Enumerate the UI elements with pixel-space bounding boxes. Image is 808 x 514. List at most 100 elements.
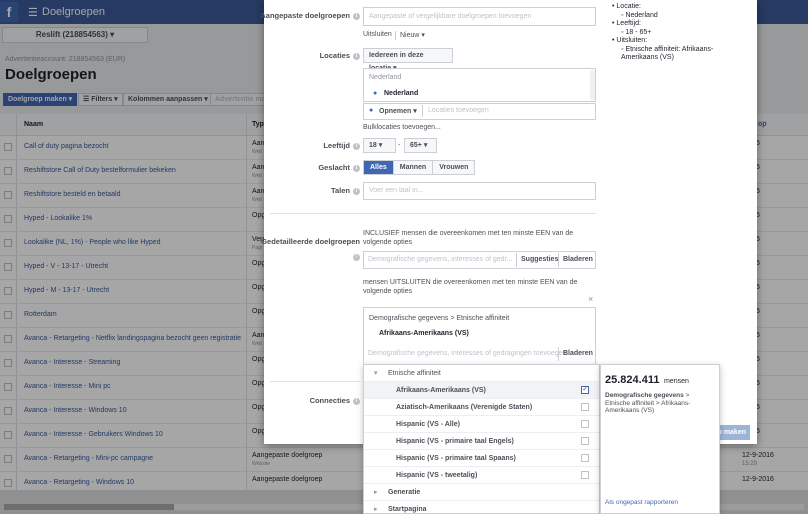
bulk-locations-link[interactable]: Bulklocaties toevoegen... (363, 124, 441, 131)
tree-option-checkbox[interactable] (581, 420, 589, 428)
custom-audiences-label: Aangepaste doelgroepen i (260, 11, 360, 20)
tree-option[interactable]: Hispanic (VS - Alle) (364, 416, 599, 433)
new-audience-link[interactable]: Nieuw ▾ (400, 31, 425, 39)
field-divider (558, 347, 559, 361)
tree-option-label: Hispanic (VS - tweetalig) (396, 472, 478, 479)
gender-all-option[interactable]: Alles (364, 161, 394, 174)
audience-summary: • Locatie: ◦ Nederland • Leeftijd: ◦ 18 … (612, 3, 747, 63)
tree-option-checkbox[interactable] (581, 471, 589, 479)
tree-option-label: Afrikaans-Amerikaans (VS) (396, 387, 486, 394)
exclude-breadcrumb[interactable]: Demografische gegevens > Etnische affini… (369, 315, 509, 322)
gender-toggle-group: Alles Mannen Vrouwen (363, 160, 476, 175)
locations-label: Locaties i (320, 51, 360, 60)
location-type-select[interactable]: Iedereen in deze locatie ▾ (363, 48, 453, 72)
chevron-right-icon: ▸ (374, 506, 378, 513)
tree-option-checkbox[interactable] (581, 403, 589, 411)
summary-location-value: ◦ Nederland (621, 11, 658, 19)
gender-label: Geslacht i (318, 163, 360, 172)
location-pin-icon: ● (373, 90, 378, 97)
reach-panel: 25.824.411 mensen Demografische gegevens… (600, 364, 720, 514)
reach-path-bold: Demografische gegevens (605, 392, 684, 399)
info-icon[interactable]: i (350, 251, 360, 261)
summary-age-label: • Leeftijd: (612, 20, 641, 27)
tree-option[interactable]: Hispanic (VS - tweetalig) (364, 467, 599, 484)
summary-age-label-text: Leeftijd: (616, 20, 641, 27)
include-targeting-input[interactable]: Demografische gegevens, interesses of ge… (368, 256, 512, 263)
languages-label-text: Talen (330, 186, 350, 195)
info-icon[interactable]: i (353, 398, 360, 405)
summary-exclude-label-text: Uitsluiten: (616, 37, 648, 44)
summary-exclude-label: • Uitsluiten: (612, 37, 648, 44)
gender-men-option[interactable]: Mannen (393, 161, 434, 174)
field-divider (558, 253, 559, 267)
locations-label-text: Locaties (319, 51, 350, 60)
custom-audiences-label-text: Aangepaste doelgroepen (260, 11, 350, 20)
tree-option[interactable]: Afrikaans-Amerikaans (VS) (364, 382, 599, 399)
age-separator: - (398, 142, 401, 149)
gender-label-text: Geslacht (318, 163, 350, 172)
info-icon[interactable]: i (353, 53, 360, 60)
tree-category[interactable]: ▾ Etnische affiniteit (364, 365, 599, 382)
age-label-text: Leeftijd (323, 141, 350, 150)
location-add-input[interactable]: Locaties toevoegen (428, 107, 489, 114)
tree-parents-label: Startpagina (388, 506, 427, 513)
reach-path: Demografische gegevens > Etnische affini… (605, 392, 715, 415)
info-icon[interactable]: i (353, 165, 360, 172)
summary-location-label: • Locatie: (612, 3, 641, 10)
location-tag[interactable]: Nederland (384, 90, 418, 97)
location-scrollbar[interactable] (590, 70, 595, 100)
tree-option[interactable]: Hispanic (VS - primaire taal Engels) (364, 433, 599, 450)
reach-count-row: 25.824.411 mensen (605, 374, 689, 386)
tree-option[interactable]: Aziatisch-Amerikaans (Verenigde Staten) (364, 399, 599, 416)
info-icon[interactable]: i (353, 143, 360, 150)
browse-button-exclude[interactable]: Bladeren (563, 350, 593, 357)
summary-exclude-value: ◦ Etnische affiniteit: Afrikaans-Amerika… (621, 45, 714, 62)
summary-age-value-text: 18 - 65+ (625, 28, 652, 36)
age-label: Leeftijd i (323, 141, 360, 150)
tree-option-checkbox[interactable] (581, 437, 589, 445)
info-icon[interactable]: i (353, 13, 360, 20)
field-divider (516, 253, 517, 267)
tree-category-label: Etnische affiniteit (388, 370, 441, 377)
summary-location-value-text: Nederland (625, 11, 658, 19)
tree-generation[interactable]: ▸ Generatie (364, 484, 599, 501)
report-link[interactable]: Als ongepast rapporteren (605, 499, 678, 506)
tree-option-label: Aziatisch-Amerikaans (Verenigde Staten) (396, 404, 533, 411)
tree-option-label: Hispanic (VS - primaire taal Spaans) (396, 455, 516, 462)
targeting-browse-dropdown: ▾ Etnische affiniteit Afrikaans-Amerikaa… (363, 364, 600, 514)
chevron-down-icon: ▾ (374, 370, 378, 377)
excluded-item[interactable]: Afrikaans-Amerikaans (VS) (379, 330, 469, 337)
tree-parents[interactable]: ▸ Startpagina (364, 501, 599, 513)
tree-option[interactable]: Hispanic (VS - primaire taal Spaans) (364, 450, 599, 467)
summary-exclude-value-text: Etnische affiniteit: Afrikaans-Amerikaan… (621, 45, 714, 62)
custom-audience-input[interactable]: Aangepaste of vergelijkbare doelgroepen … (363, 7, 596, 26)
section-divider (270, 213, 596, 214)
detailed-targeting-label: Gedetailleerde doelgroepen (261, 237, 360, 246)
detailed-targeting-label-text: Gedetailleerde doelgroepen (261, 237, 360, 246)
include-exclude-select[interactable]: Opnemen ▾ (379, 107, 417, 115)
age-max-select[interactable]: 65+ ▾ (404, 138, 437, 153)
tree-option-checkbox[interactable] (581, 384, 589, 394)
gender-women-option[interactable]: Vrouwen (433, 161, 475, 174)
languages-input[interactable]: Voer een taal in... (363, 182, 596, 200)
info-icon[interactable]: i (353, 188, 360, 195)
link-divider (395, 31, 396, 40)
chevron-right-icon: ▸ (374, 489, 378, 496)
browse-button[interactable]: Bladeren (563, 256, 593, 263)
tree-generation-label: Generatie (388, 489, 421, 496)
reach-count: 25.824.411 (605, 374, 660, 386)
exclude-link[interactable]: Uitsluiten (363, 31, 392, 38)
connections-label: Connecties i (310, 396, 360, 405)
tree-option-checkbox[interactable] (581, 454, 589, 462)
close-icon[interactable]: × (588, 294, 593, 304)
tree-option-label: Hispanic (VS - primaire taal Engels) (396, 438, 514, 445)
suggestions-button[interactable]: Suggesties (521, 256, 558, 263)
include-description: INCLUSIEF mensen die overeenkomen met te… (363, 230, 574, 246)
reach-unit: mensen (663, 378, 689, 385)
exclude-targeting-input[interactable]: Demografische gegevens, interesses of ge… (368, 350, 566, 357)
age-min-select[interactable]: 18 ▾ (363, 138, 396, 153)
pin-icon: ● (369, 107, 374, 114)
summary-location-label-text: Locatie: (616, 3, 641, 10)
connections-label-text: Connecties (309, 396, 350, 405)
tree-option-label: Hispanic (VS - Alle) (396, 421, 460, 428)
